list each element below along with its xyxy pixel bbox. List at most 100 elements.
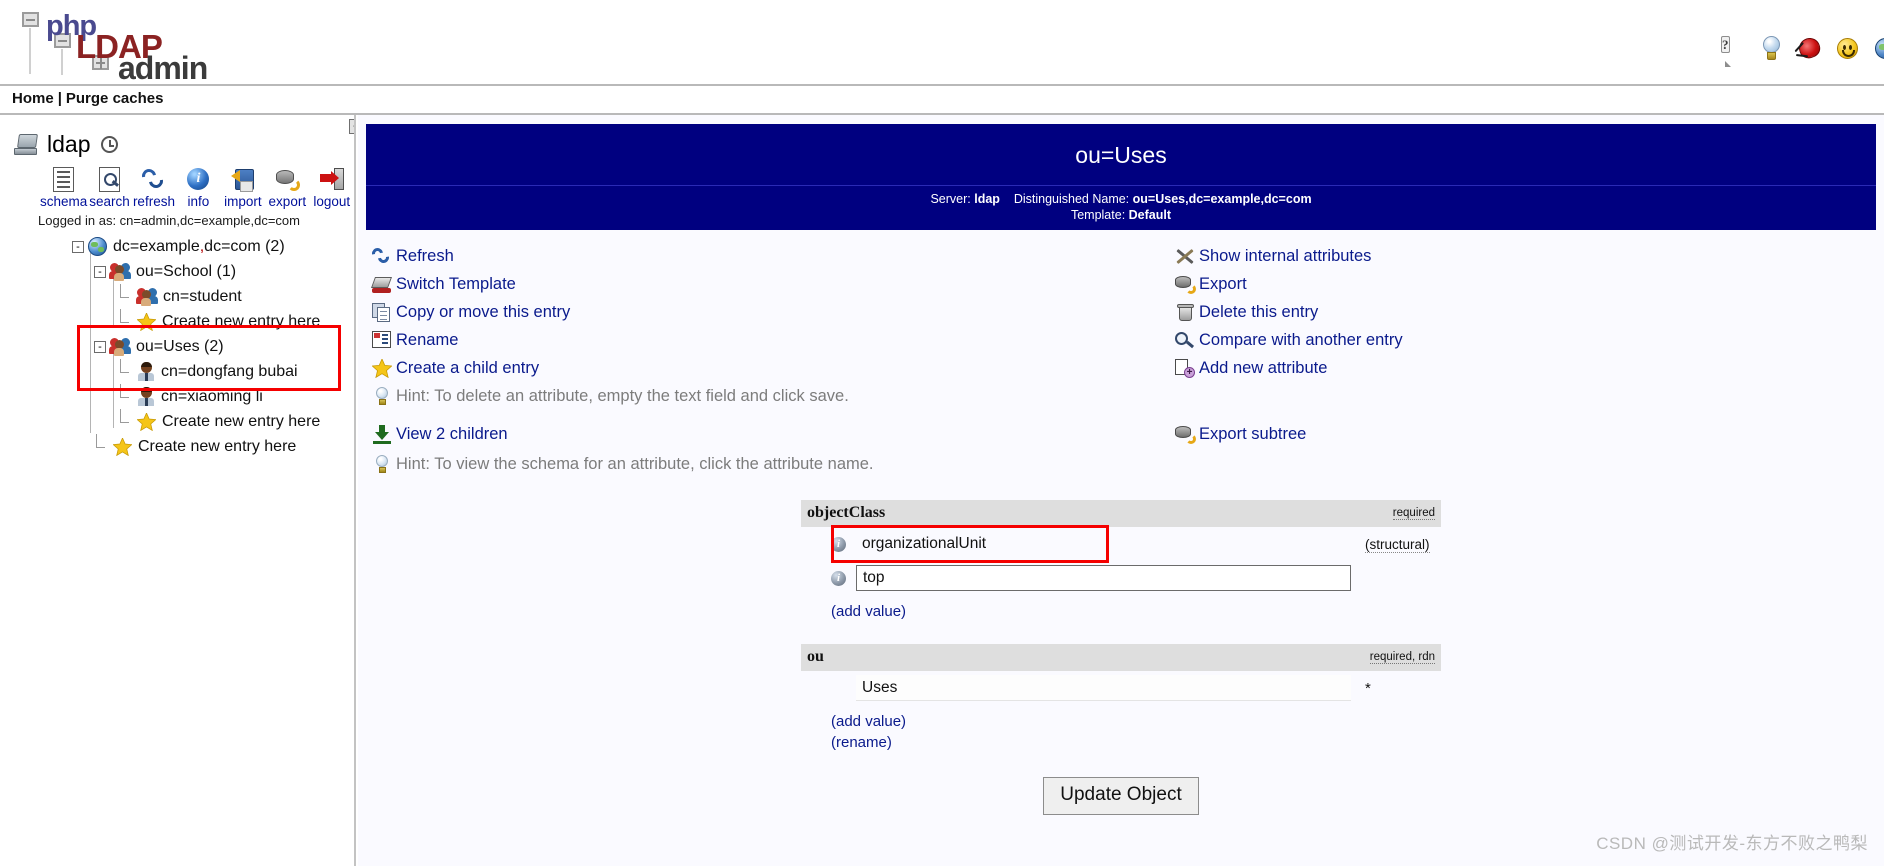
nav-separator: | xyxy=(57,90,62,107)
tree-node-label[interactable]: Create new entry here xyxy=(138,438,296,456)
home-link[interactable]: Home xyxy=(12,90,54,107)
info-icon[interactable]: i xyxy=(831,570,846,586)
report-bug-icon[interactable] xyxy=(1796,35,1823,61)
sidebar-tool-label: info xyxy=(187,194,210,209)
sidebar-tool-refresh[interactable]: refresh xyxy=(132,164,176,210)
action-copy-move[interactable]: Copy or move this entry xyxy=(368,298,1121,326)
globe-glyph xyxy=(1875,38,1884,59)
structural-link[interactable]: (structural) xyxy=(1365,536,1430,553)
attribute-header: ou required, rdn xyxy=(801,644,1441,671)
sidebar-tool-search[interactable]: search xyxy=(87,164,131,210)
attribute-name[interactable]: ou xyxy=(807,648,824,666)
sidebar-tool-label: export xyxy=(268,194,307,209)
tree-node-ou-school[interactable]: - ou=School (1) xyxy=(0,259,354,284)
tree-node-ou-uses[interactable]: - ou=Uses (2) xyxy=(0,334,354,359)
attribute-value-side: (structural) xyxy=(1351,536,1441,553)
action-switch-template[interactable]: Switch Template xyxy=(368,270,1121,298)
attribute-header: objectClass required xyxy=(801,500,1441,527)
export-icon xyxy=(1171,425,1199,444)
attribute-flag-required[interactable]: required xyxy=(1392,507,1435,520)
attribute-name[interactable]: objectClass xyxy=(807,504,885,522)
tree-node-label[interactable]: Create new entry here xyxy=(162,313,320,331)
action-label[interactable]: Export subtree xyxy=(1199,425,1306,444)
sidebar-tool-logout[interactable]: logout xyxy=(310,164,354,210)
action-label[interactable]: Refresh xyxy=(396,247,454,266)
language-globe-icon[interactable] xyxy=(1873,36,1884,61)
add-value-link[interactable]: (add value) xyxy=(831,713,906,730)
rename-link[interactable]: (rename) xyxy=(831,734,892,751)
logged-in-as-text: Logged in as: cn=admin,dc=example,dc=com xyxy=(38,213,300,228)
sidebar-expand-button[interactable]: + xyxy=(349,119,354,134)
action-label[interactable]: Compare with another entry xyxy=(1199,331,1403,350)
tree-node-cn-xiaoming-li[interactable]: cn=xiaoming li xyxy=(0,383,354,409)
tools-icon xyxy=(1171,247,1199,266)
objectclass-top-input[interactable] xyxy=(856,565,1351,591)
action-label[interactable]: View 2 children xyxy=(396,425,508,444)
action-add-new-attribute[interactable]: + Add new attribute xyxy=(1171,354,1874,382)
group-icon xyxy=(109,262,131,281)
tree-node-label[interactable]: ou=Uses (2) xyxy=(136,338,224,356)
tree-expander[interactable]: - xyxy=(94,265,106,278)
ou-value-input[interactable] xyxy=(856,675,1351,701)
sidebar-tool-export[interactable]: export xyxy=(265,164,309,210)
tree-expander[interactable]: - xyxy=(94,340,106,353)
info-icon[interactable]: i xyxy=(831,536,846,552)
action-label[interactable]: Delete this entry xyxy=(1199,303,1318,322)
tree-expander[interactable]: - xyxy=(72,240,84,253)
action-label[interactable]: Switch Template xyxy=(396,275,516,294)
tree-node-label[interactable]: cn=dongfang bubai xyxy=(161,363,298,381)
update-button-wrapper: Update Object xyxy=(801,777,1441,815)
feedback-smiley-icon[interactable] xyxy=(1835,36,1860,61)
update-object-button[interactable]: Update Object xyxy=(1043,777,1199,815)
tree-node-cn-student[interactable]: cn=student xyxy=(0,283,354,309)
action-compare-entry[interactable]: Compare with another entry xyxy=(1171,326,1874,354)
attribute-value-readonly: organizationalUnit xyxy=(862,535,987,552)
attribute-flag-required-rdn[interactable]: required, rdn xyxy=(1369,651,1435,664)
action-export[interactable]: Export xyxy=(1171,270,1874,298)
breadcrumb: Home | Purge caches xyxy=(0,86,1884,115)
add-value-link[interactable]: (add value) xyxy=(831,603,906,620)
tree-node-cn-dongfang-bubai[interactable]: cn=dongfang bubai xyxy=(0,358,354,384)
action-label[interactable]: Rename xyxy=(396,331,458,350)
tree-node-label[interactable]: dc=example,dc=com (2) xyxy=(113,238,285,256)
phpldapadmin-logo: php LDAP admin xyxy=(18,8,348,86)
sidebar-tool-schema[interactable]: schema xyxy=(40,164,87,210)
action-view-children[interactable]: View 2 children xyxy=(368,420,1121,448)
action-label[interactable]: Create a child entry xyxy=(396,359,539,378)
user-icon xyxy=(137,387,155,406)
tree-node-label[interactable]: cn=student xyxy=(163,288,242,306)
action-refresh[interactable]: Refresh xyxy=(368,242,1121,270)
logout-icon xyxy=(310,164,354,194)
entry-actions: Refresh Switch Template Copy or move thi… xyxy=(358,242,1884,448)
action-export-subtree[interactable]: Export subtree xyxy=(1171,420,1874,448)
tree-node-label[interactable]: cn=xiaoming li xyxy=(161,388,263,406)
tree-node-dc-example[interactable]: - dc=example,dc=com (2) xyxy=(0,234,354,259)
action-label[interactable]: Copy or move this entry xyxy=(396,303,570,322)
sidebar-server-row[interactable]: ldap xyxy=(0,115,354,158)
sidebar-tool-import[interactable]: import xyxy=(221,164,265,210)
action-delete-entry[interactable]: Delete this entry xyxy=(1171,298,1874,326)
purge-caches-link[interactable]: Purge caches xyxy=(66,90,164,107)
tree-node-create-new-entry-uses[interactable]: Create new entry here xyxy=(0,408,354,434)
help-icon[interactable]: ? xyxy=(1721,36,1746,61)
tree-node-label[interactable]: ou=School (1) xyxy=(136,263,236,281)
tree-node-label[interactable]: Create new entry here xyxy=(162,413,320,431)
schema-icon xyxy=(40,164,87,194)
action-show-internal-attributes[interactable]: Show internal attributes xyxy=(1171,242,1874,270)
smiley-mouth xyxy=(1842,50,1855,57)
action-create-child[interactable]: Create a child entry xyxy=(368,354,1121,382)
domain-icon xyxy=(88,237,107,256)
action-label[interactable]: Show internal attributes xyxy=(1199,247,1371,266)
tree-node-create-new-entry-school[interactable]: Create new entry here xyxy=(0,308,354,334)
bulb-icon xyxy=(368,454,396,474)
attribute-value-row: i organizationalUnit (structural) xyxy=(801,527,1441,561)
compare-icon xyxy=(1171,331,1199,350)
action-label[interactable]: Export xyxy=(1199,275,1247,294)
sidebar-server-name[interactable]: ldap xyxy=(47,131,90,158)
action-label[interactable]: Add new attribute xyxy=(1199,359,1327,378)
star-icon xyxy=(368,358,396,378)
tree-node-create-new-entry-root[interactable]: Create new entry here xyxy=(0,433,354,459)
sidebar-tool-info[interactable]: i info xyxy=(176,164,220,210)
hint-bulb-icon[interactable] xyxy=(1759,36,1784,61)
action-rename[interactable]: Rename xyxy=(368,326,1121,354)
